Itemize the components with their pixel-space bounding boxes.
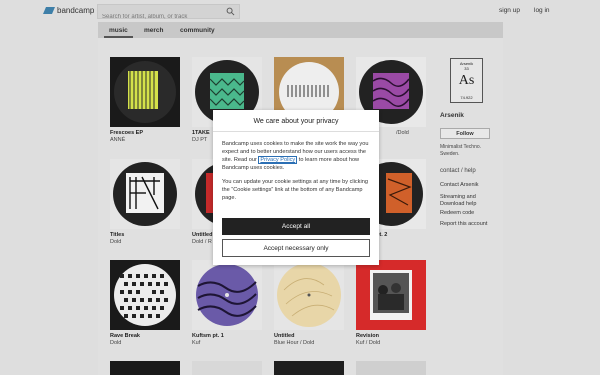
cookie-dialog-title: We care about your privacy xyxy=(213,110,379,132)
album-art xyxy=(110,159,180,229)
artist-bio: Minimalist Techno. Sweden. xyxy=(440,144,482,157)
album-cover[interactable] xyxy=(110,260,180,330)
element-number: 33 xyxy=(464,66,469,71)
report-account-link[interactable]: Report this account xyxy=(440,221,487,227)
follow-button[interactable]: Follow xyxy=(440,128,490,139)
album-artist: Kuf / Dold xyxy=(356,340,381,346)
streaming-help-link[interactable]: Streaming and Download help xyxy=(440,194,500,208)
album-cover[interactable] xyxy=(192,361,262,375)
album-cover[interactable] xyxy=(274,361,344,375)
album-title[interactable]: Kuftsm pt. 1 xyxy=(192,333,262,339)
cookie-consent-dialog: We care about your privacy Bandcamp uses… xyxy=(213,110,379,265)
album-item[interactable] xyxy=(274,361,344,375)
album-artist: Blue Hour / Dold xyxy=(274,340,315,346)
tab-merch[interactable]: merch xyxy=(144,27,164,34)
cookie-dialog-body: Bandcamp uses cookies to make the site w… xyxy=(213,132,379,202)
album-title[interactable]: Rave Break xyxy=(110,333,180,339)
tab-community[interactable]: community xyxy=(180,27,215,34)
search-icon[interactable] xyxy=(226,7,235,16)
login-link[interactable]: log in xyxy=(534,7,550,14)
element-mass: 74.922 xyxy=(460,95,473,100)
album-item[interactable] xyxy=(110,361,180,375)
album-artist: ANNÉ xyxy=(110,137,126,143)
album-art xyxy=(274,260,344,330)
album-art xyxy=(192,260,262,330)
album-title[interactable]: Frescoes EP xyxy=(110,130,180,136)
album-item[interactable]: Titles Dold xyxy=(110,159,180,245)
album-item[interactable] xyxy=(356,361,426,375)
accept-necessary-button[interactable]: Accept necessary only xyxy=(222,239,370,257)
album-cover[interactable] xyxy=(110,361,180,375)
album-artist: Kuf xyxy=(192,340,201,346)
search-box xyxy=(97,4,240,24)
privacy-policy-link[interactable]: Privacy Policy xyxy=(258,156,298,164)
bandcamp-logo[interactable]: bandcamp xyxy=(43,6,94,15)
album-item[interactable]: Untitled Blue Hour / Dold xyxy=(274,260,344,346)
album-cover[interactable] xyxy=(274,260,344,330)
cookie-paragraph-1: Bandcamp uses cookies to make the site w… xyxy=(222,140,371,172)
album-artist: Dold xyxy=(110,239,122,245)
album-item[interactable] xyxy=(192,361,262,375)
artist-name: Arsenik xyxy=(440,112,464,119)
album-title[interactable]: Titles xyxy=(110,232,180,238)
album-item[interactable]: Kuftsm pt. 1 Kuf xyxy=(192,260,262,346)
album-item[interactable]: Frescoes EP ANNÉ xyxy=(110,57,180,143)
album-cover[interactable] xyxy=(110,159,180,229)
album-title[interactable]: pt. 2 xyxy=(376,232,426,238)
artist-nav: music merch community xyxy=(98,22,503,38)
cookie-paragraph-2: You can update your cookie settings at a… xyxy=(222,179,368,201)
contact-artist-link[interactable]: Contact Arsenik xyxy=(440,182,479,188)
album-item[interactable]: Revision Kuf / Dold xyxy=(356,260,426,346)
artist-sidebar: Arsenik 33 As 74.922 Arsenik Follow Mini… xyxy=(440,58,500,158)
element-symbol: As xyxy=(458,73,475,88)
signup-link[interactable]: sign up xyxy=(499,7,520,14)
tab-music[interactable]: music xyxy=(109,27,128,34)
album-item[interactable]: Rave Break Dold xyxy=(110,260,180,346)
logo-text: bandcamp xyxy=(57,6,95,15)
album-title[interactable]: Untitled xyxy=(274,333,344,339)
album-cover[interactable] xyxy=(356,260,426,330)
album-cover[interactable] xyxy=(356,361,426,375)
accept-all-button[interactable]: Accept all xyxy=(222,218,370,235)
bandcamp-logo-icon xyxy=(43,7,55,14)
album-art xyxy=(356,260,426,330)
top-header: bandcamp sign up log in xyxy=(0,0,600,24)
album-cover[interactable] xyxy=(110,57,180,127)
album-cover[interactable] xyxy=(192,260,262,330)
contact-help-heading: contact / help xyxy=(440,168,476,174)
album-title[interactable]: Revision xyxy=(356,333,426,339)
album-artist: /Dold xyxy=(396,130,409,136)
album-art xyxy=(110,57,180,127)
album-artist: Dold xyxy=(110,340,122,346)
redeem-code-link[interactable]: Redeem code xyxy=(440,210,474,216)
album-art xyxy=(110,260,180,330)
artist-logo[interactable]: Arsenik 33 As 74.922 xyxy=(450,58,483,103)
